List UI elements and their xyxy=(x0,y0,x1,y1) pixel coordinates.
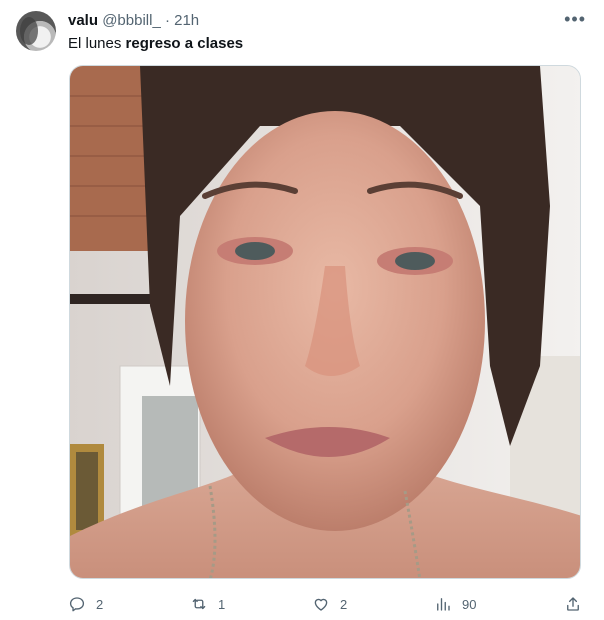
tweet-text-regular: El lunes xyxy=(68,35,126,52)
retweet-count: 1 xyxy=(218,596,226,612)
like-button[interactable]: 2 xyxy=(312,592,347,616)
avatar-shade xyxy=(20,17,38,45)
views-count: 90 xyxy=(462,596,477,612)
views-button[interactable]: 90 xyxy=(434,592,476,616)
share-button[interactable] xyxy=(564,592,582,616)
share-icon xyxy=(567,597,579,611)
reply-button[interactable]: 2 xyxy=(68,592,103,616)
author-name[interactable]: valu xyxy=(68,12,98,29)
heart-icon xyxy=(314,598,328,611)
tweet-actions: 2 1 2 90 xyxy=(68,592,584,616)
views-chart-icon xyxy=(437,598,450,611)
tweet-card: valu @bbbill_ · 21h ••• El lunes regreso… xyxy=(0,0,604,620)
author-handle[interactable]: @bbbill_ xyxy=(102,12,161,29)
retweet-button[interactable]: 1 xyxy=(190,592,225,616)
tweet-text: El lunes regreso a clases xyxy=(68,35,243,53)
header-separator: · xyxy=(164,12,170,29)
avatar[interactable] xyxy=(16,11,56,51)
tweet-timestamp[interactable]: 21h xyxy=(174,12,199,29)
like-count: 2 xyxy=(340,596,348,612)
tweet-header: valu @bbbill_ · 21h xyxy=(68,12,199,30)
tweet-text-bold: regreso a clases xyxy=(125,35,244,52)
photo-illustration xyxy=(70,66,580,578)
reply-count: 2 xyxy=(96,596,104,612)
more-options-icon[interactable]: ••• xyxy=(564,10,586,28)
reply-icon xyxy=(69,597,85,612)
retweet-icon xyxy=(192,598,206,610)
tweet-photo[interactable] xyxy=(69,65,581,579)
